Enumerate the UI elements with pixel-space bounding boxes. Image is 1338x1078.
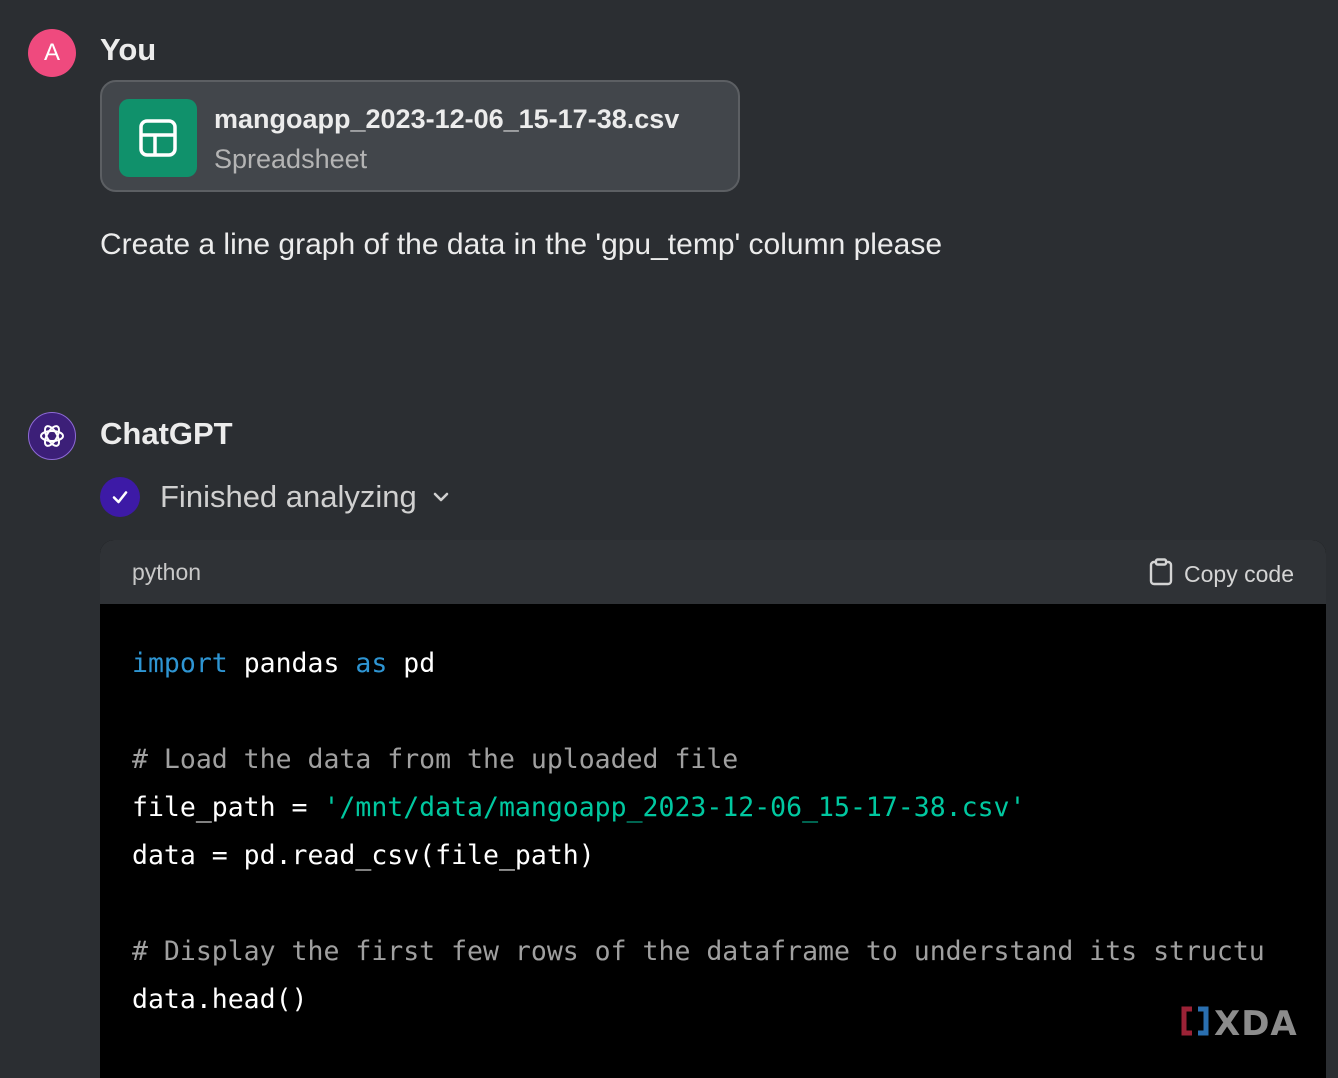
code-line: file_path = '/mnt/data/mangoapp_2023-12-… [132,784,1265,832]
code-token: pd [387,648,436,679]
xda-logo-icon [1180,1005,1210,1044]
code-content: import pandas as pd # Load the data from… [132,640,1265,1024]
code-line: # Load the data from the uploaded file [132,736,1265,784]
user-avatar-letter: A [43,39,60,66]
code-token: as [355,648,388,679]
analysis-status-text: Finished analyzing [160,479,417,514]
file-name: mangoapp_2023-12-06_15-17-38.csv [214,104,680,134]
file-attachment-card[interactable]: mangoapp_2023-12-06_15-17-38.csv Spreads… [100,80,740,192]
clipboard-icon [1148,558,1174,591]
user-sender-name: You [100,32,157,67]
analysis-status-toggle[interactable]: Finished analyzing [100,477,451,517]
spreadsheet-icon [119,99,197,177]
chevron-down-icon [431,487,451,507]
code-block-header: python Copy code [100,540,1326,604]
check-icon [100,477,140,517]
assistant-sender-name: ChatGPT [100,416,233,451]
code-token: # Display the first few rows of the data… [132,936,1265,967]
code-block: python Copy code import pandas as pd # L… [100,540,1326,1078]
openai-logo-icon [28,412,76,460]
code-line: # Display the first few rows of the data… [132,928,1265,976]
code-line: import pandas as pd [132,640,1265,688]
chat-page: A You mangoapp_2023-12-06_15-17-38.csv S… [0,0,1338,1078]
copy-code-button[interactable]: Copy code [1148,558,1294,591]
code-token: data.head() [132,984,308,1015]
code-token: data = pd.read_csv(file_path) [132,840,595,871]
code-token: file_path = [132,792,324,823]
code-line: data.head() [132,976,1265,1024]
code-token: pandas [227,648,356,679]
file-type: Spreadsheet [214,144,368,174]
user-message-text: Create a line graph of the data in the '… [100,228,943,261]
user-avatar: A [28,29,76,77]
code-line: data = pd.read_csv(file_path) [132,832,1265,880]
xda-watermark: XDA [1180,1004,1298,1044]
code-language-label: python [132,559,202,585]
code-token: '/mnt/data/mangoapp_2023-12-06_15-17-38.… [323,792,1026,823]
code-token: # Load the data from the uploaded file [132,744,739,775]
code-token: import [132,648,228,679]
xda-watermark-text: XDA [1214,1004,1298,1044]
copy-code-label: Copy code [1184,561,1294,587]
